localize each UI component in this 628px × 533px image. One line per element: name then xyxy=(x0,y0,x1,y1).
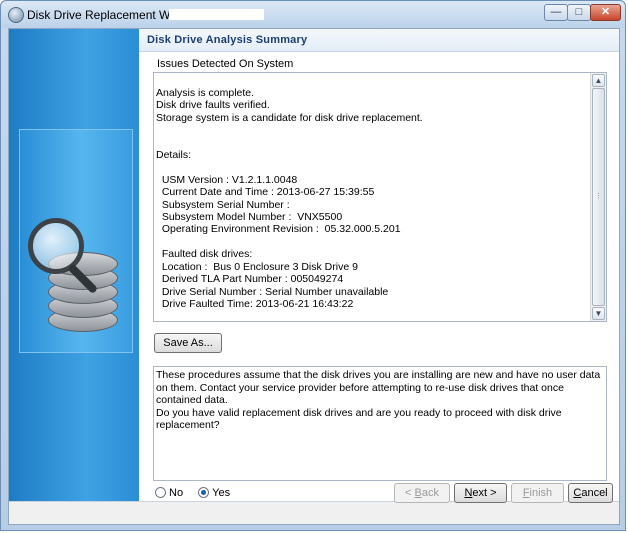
grip-icon: ⋮ xyxy=(595,193,602,200)
page-title: Disk Drive Analysis Summary xyxy=(147,34,308,46)
side-banner-inner xyxy=(19,129,133,353)
app-icon xyxy=(8,7,24,23)
chevron-up-icon: ▲ xyxy=(594,76,603,85)
close-button[interactable]: ✕ xyxy=(590,4,621,21)
maximize-icon: □ xyxy=(575,6,583,18)
scroll-down-button[interactable]: ▼ xyxy=(592,307,605,320)
radio-yes-indicator[interactable] xyxy=(198,487,210,498)
report-scrollbar[interactable]: ▲ ⋮ ▼ xyxy=(590,73,606,321)
analysis-report-textarea[interactable]: Analysis is complete. Disk drive faults v… xyxy=(153,72,607,322)
radio-yes-label: Yes xyxy=(212,487,231,499)
chevron-down-icon: ▼ xyxy=(594,309,603,318)
side-banner xyxy=(9,29,139,501)
save-as-button[interactable]: Save As... xyxy=(154,333,222,353)
radio-no[interactable]: No xyxy=(155,486,183,500)
report-line xyxy=(156,161,588,173)
report-line: Storage system is a candidate for disk d… xyxy=(156,111,423,124)
report-line: Subsystem Model Number : VNX5500 xyxy=(156,211,343,224)
warning-paragraph: These procedures assume that the disk dr… xyxy=(156,369,601,407)
next-button[interactable]: Next > xyxy=(454,483,507,503)
finish-label-rest: inish xyxy=(529,487,553,499)
warning-question: Do you have valid replacement disk drive… xyxy=(156,406,562,432)
back-label-rest: ack xyxy=(421,487,439,499)
report-line: Drive Serial Number : Serial Number unav… xyxy=(156,285,389,298)
warning-textarea[interactable]: These procedures assume that the disk dr… xyxy=(153,366,607,481)
wizard-window: Disk Drive Replacement Wizard - — □ ✕ Di… xyxy=(0,0,626,531)
report-line: Subsystem Serial Number : xyxy=(156,198,290,211)
radio-yes[interactable]: Yes xyxy=(198,486,230,500)
scroll-thumb[interactable]: ⋮ xyxy=(592,88,605,306)
cancel-button[interactable]: Cancel xyxy=(568,483,613,503)
wizard-footer xyxy=(9,502,619,524)
report-line: Location : Bus 0 Enclosure 3 Disk Drive … xyxy=(156,260,358,273)
report-line: Disk drive faults verified. xyxy=(156,99,270,112)
page-header: Disk Drive Analysis Summary xyxy=(139,29,619,52)
radio-no-indicator[interactable] xyxy=(155,487,166,498)
report-line: Current Date and Time : 2013-06-27 15:39… xyxy=(156,186,375,199)
warning-text: These procedures assume that the disk dr… xyxy=(156,369,602,432)
maximize-button[interactable]: □ xyxy=(567,4,591,21)
scroll-up-button[interactable]: ▲ xyxy=(592,74,605,87)
finish-label-key: F xyxy=(522,487,530,499)
minimize-icon: — xyxy=(550,6,562,18)
report-line: Details: xyxy=(156,149,192,162)
report-line xyxy=(156,124,588,136)
cancel-label-rest: ancel xyxy=(581,487,608,499)
report-line: Drive Faulted Time: 2013-06-21 16:43:22 xyxy=(156,297,354,310)
close-icon: ✕ xyxy=(600,6,611,18)
back-label-prefix: < xyxy=(405,487,415,499)
report-line: Operating Environment Revision : 05.32.0… xyxy=(156,223,401,236)
report-line: USM Version : V1.2.1.1.0048 xyxy=(156,173,298,186)
report-line xyxy=(156,137,588,149)
issues-section-label: Issues Detected On System xyxy=(157,58,294,70)
report-line xyxy=(156,236,588,248)
report-line: Analysis is complete. xyxy=(156,87,255,99)
back-button[interactable]: < Back xyxy=(394,483,450,503)
report-line: Derived TLA Part Number : 005049274 xyxy=(156,273,344,286)
back-label-key: B xyxy=(414,487,422,499)
radio-no-label: No xyxy=(169,487,184,499)
next-label-rest: ext > xyxy=(472,487,497,499)
analysis-report-text: Analysis is complete. Disk drive faults v… xyxy=(156,87,588,310)
finish-button[interactable]: Finish xyxy=(511,483,564,503)
minimize-button[interactable]: — xyxy=(544,4,568,21)
wizard-client-area: Disk Drive Analysis Summary Issues Detec… xyxy=(8,28,620,525)
confirm-radio-group: No Yes xyxy=(155,486,242,500)
report-line: Faulted disk drives: xyxy=(156,248,253,261)
title-bar[interactable]: Disk Drive Replacement Wizard - — □ ✕ xyxy=(1,1,625,28)
title-redacted-block xyxy=(169,9,264,20)
